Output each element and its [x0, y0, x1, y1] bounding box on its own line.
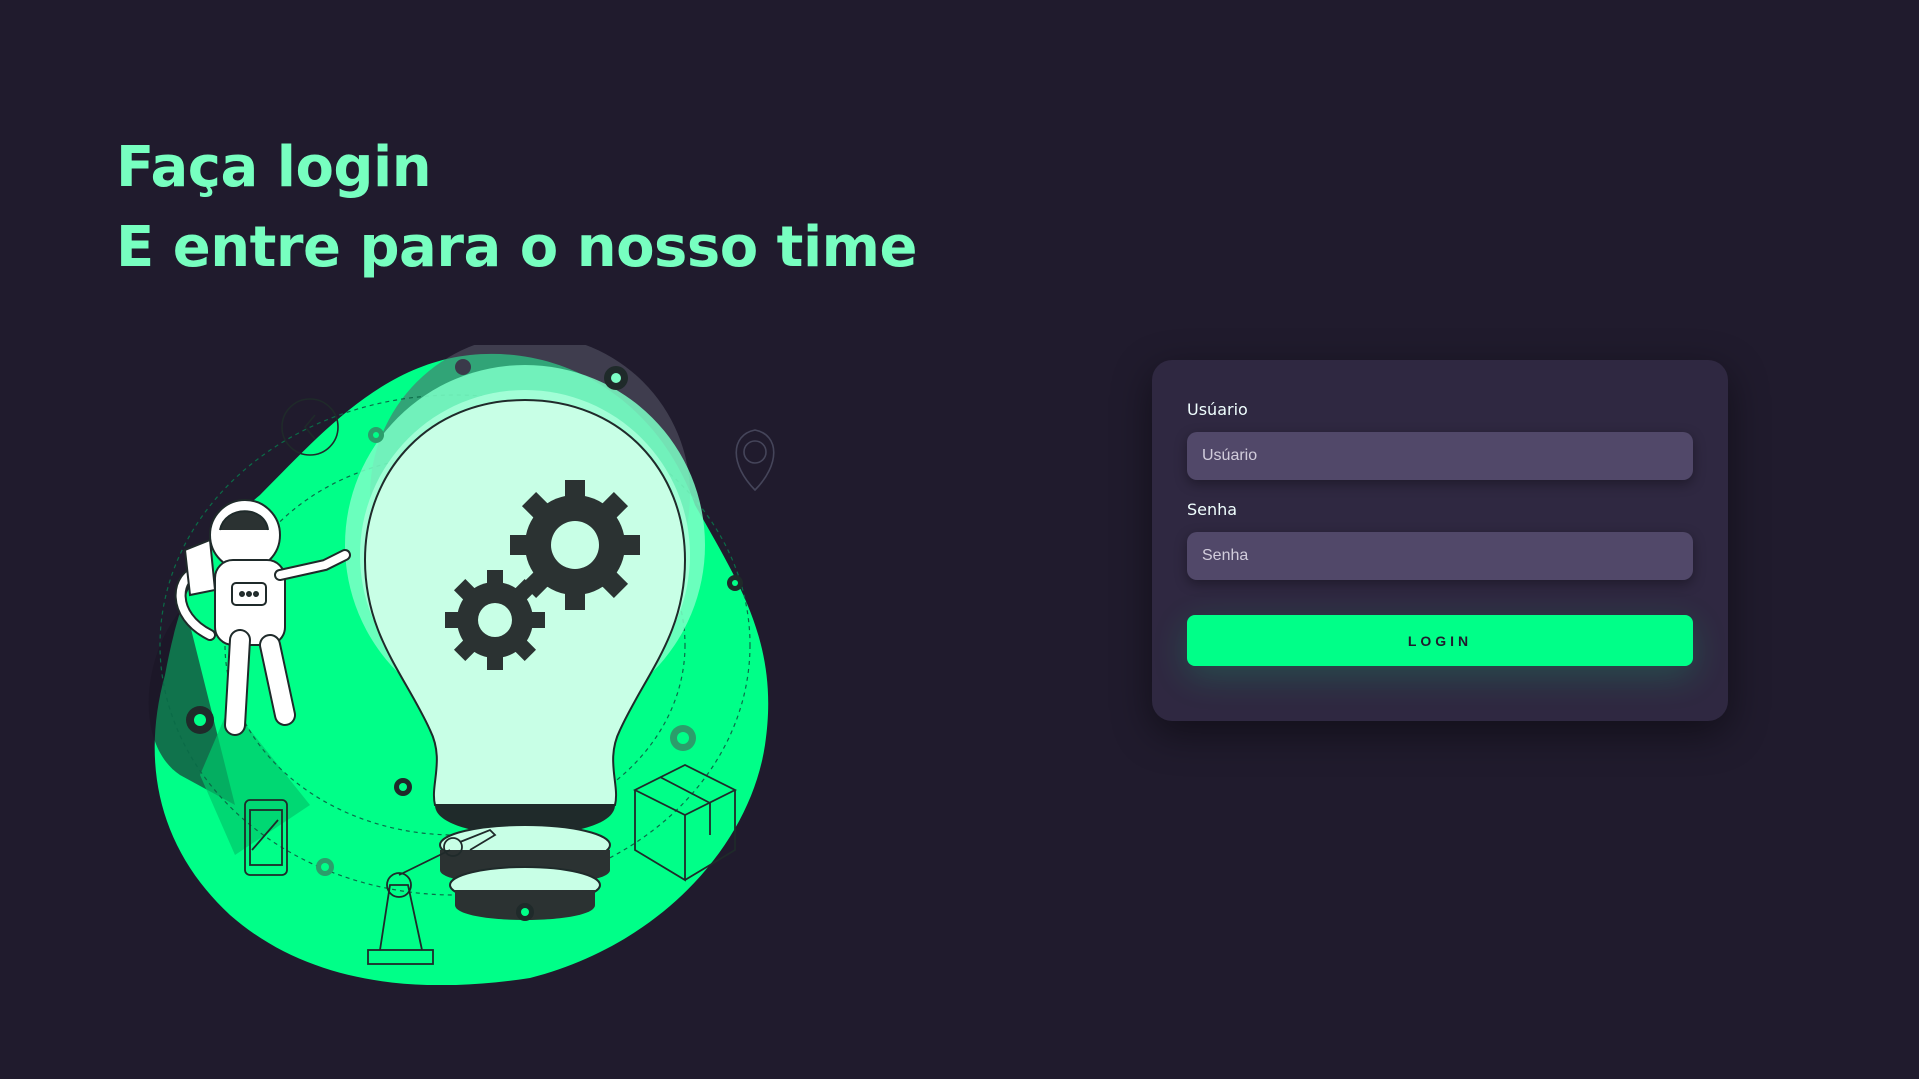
- username-input[interactable]: [1187, 432, 1693, 480]
- password-input[interactable]: [1187, 532, 1693, 580]
- heading-line-2: E entre para o nosso time: [116, 215, 917, 280]
- password-label: Senha: [1187, 500, 1238, 519]
- teamwork-illustration: [148, 345, 775, 985]
- login-page: Faça login E entre para o nosso time Usú…: [0, 0, 1919, 1079]
- username-label: Usúario: [1187, 400, 1248, 419]
- location-pin-icon: [735, 429, 775, 492]
- login-card: Usúario Senha LOGIN: [1152, 360, 1728, 721]
- heading-line-1: Faça login: [116, 135, 432, 200]
- login-button[interactable]: LOGIN: [1187, 615, 1693, 666]
- page-heading: Faça login E entre para o nosso time: [116, 128, 917, 288]
